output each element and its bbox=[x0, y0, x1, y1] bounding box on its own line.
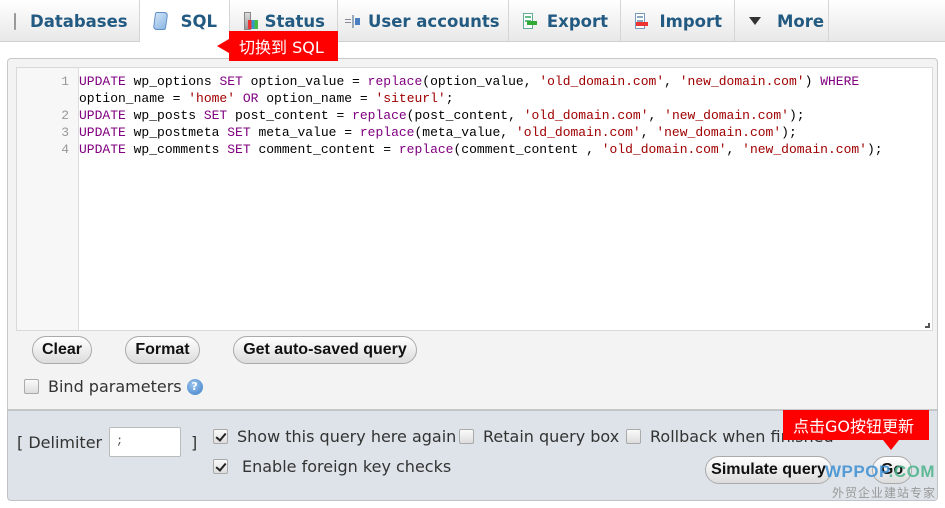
status-chart-icon bbox=[244, 12, 257, 30]
tab-export-label: Export bbox=[546, 11, 608, 31]
code-line: 3 UPDATE wp_postmeta SET meta_value = rep… bbox=[17, 124, 922, 141]
sql-query-panel: 1 UPDATE wp_options SET option_value = re… bbox=[7, 58, 938, 410]
watermark-brand: WPPOP bbox=[825, 462, 889, 481]
line-number: 4 bbox=[61, 142, 69, 157]
code-line: 2 UPDATE wp_posts SET post_content = repl… bbox=[17, 107, 922, 124]
show-query-checkbox[interactable] bbox=[213, 429, 228, 444]
simulate-query-button[interactable]: Simulate query bbox=[705, 456, 832, 484]
tab-export[interactable]: Export bbox=[509, 0, 621, 42]
get-auto-saved-query-button[interactable]: Get auto-saved query bbox=[233, 336, 417, 364]
top-nav-tabs: Databases SQL Status User accounts Expor… bbox=[0, 0, 945, 43]
watermark-tagline: 外贸企业建站专家 bbox=[832, 486, 937, 500]
help-icon[interactable]: ? bbox=[186, 378, 203, 395]
bind-parameters-label: Bind parameters bbox=[48, 377, 182, 396]
delimiter-bracket: ] bbox=[191, 433, 198, 452]
tab-sql[interactable]: SQL bbox=[140, 0, 230, 43]
database-icon bbox=[14, 12, 16, 30]
rollback-checkbox[interactable] bbox=[626, 429, 641, 444]
show-query-option: Show this query here again bbox=[213, 427, 456, 446]
line-code: UPDATE wp_postmeta SET meta_value = repl… bbox=[79, 125, 797, 140]
sql-code[interactable]: 1 UPDATE wp_options SET option_value = re… bbox=[17, 73, 922, 158]
bind-parameters-checkbox[interactable] bbox=[24, 379, 39, 394]
foreign-key-checks-checkbox[interactable] bbox=[213, 459, 228, 474]
tab-databases[interactable]: Databases bbox=[0, 0, 140, 42]
tab-user-accounts[interactable]: User accounts bbox=[338, 0, 509, 42]
foreign-key-checks-option: Enable foreign key checks bbox=[213, 457, 451, 476]
switch-to-sql-callout: 切换到 SQL bbox=[217, 31, 338, 61]
triangle-down-icon bbox=[749, 17, 761, 25]
clear-button[interactable]: Clear bbox=[32, 336, 92, 364]
tab-databases-label: Databases bbox=[30, 11, 128, 31]
line-code: UPDATE wp_comments SET comment_content =… bbox=[79, 142, 883, 157]
user-accounts-icon bbox=[345, 14, 360, 28]
format-button[interactable]: Format bbox=[125, 336, 200, 364]
tab-sql-label: SQL bbox=[180, 11, 217, 31]
show-query-label: Show this query here again bbox=[237, 427, 457, 446]
watermark-tld: .COM bbox=[888, 462, 935, 481]
sql-editor[interactable]: 1 UPDATE wp_options SET option_value = re… bbox=[16, 67, 933, 331]
line-number: 3 bbox=[61, 125, 69, 140]
line-code: UPDATE wp_posts SET post_content = repla… bbox=[79, 108, 805, 123]
tab-status-label: Status bbox=[264, 11, 325, 31]
watermark-logo: WPPOP.COM bbox=[825, 462, 935, 482]
code-line: 4 UPDATE wp_comments SET comment_content … bbox=[17, 141, 922, 158]
retain-query-box-option: Retain query box bbox=[459, 427, 619, 446]
click-go-callout: 点击GO按钮更新 bbox=[783, 410, 929, 450]
tab-more[interactable]: More bbox=[735, 0, 829, 42]
retain-query-box-label: Retain query box bbox=[483, 427, 620, 446]
foreign-key-checks-label: Enable foreign key checks bbox=[242, 457, 452, 476]
delimiter-label: [ Delimiter bbox=[17, 433, 103, 452]
retain-query-box-checkbox[interactable] bbox=[459, 429, 474, 444]
line-code: UPDATE wp_options SET option_value = rep… bbox=[79, 74, 868, 106]
code-line: 1 UPDATE wp_options SET option_value = re… bbox=[17, 73, 922, 107]
line-number: 2 bbox=[61, 108, 69, 123]
export-icon bbox=[523, 13, 537, 29]
bind-parameters-option: Bind parameters ? bbox=[24, 377, 203, 396]
tab-user-accounts-label: User accounts bbox=[368, 11, 500, 31]
import-icon bbox=[635, 13, 650, 29]
tab-import[interactable]: Import bbox=[621, 0, 735, 42]
tab-more-label: More bbox=[777, 11, 825, 31]
line-number: 1 bbox=[61, 74, 69, 89]
delimiter-input[interactable]: ; bbox=[109, 427, 181, 457]
tab-import-label: Import bbox=[659, 11, 722, 31]
sql-scroll-icon bbox=[152, 12, 168, 30]
resize-grip-icon[interactable] bbox=[925, 323, 930, 328]
